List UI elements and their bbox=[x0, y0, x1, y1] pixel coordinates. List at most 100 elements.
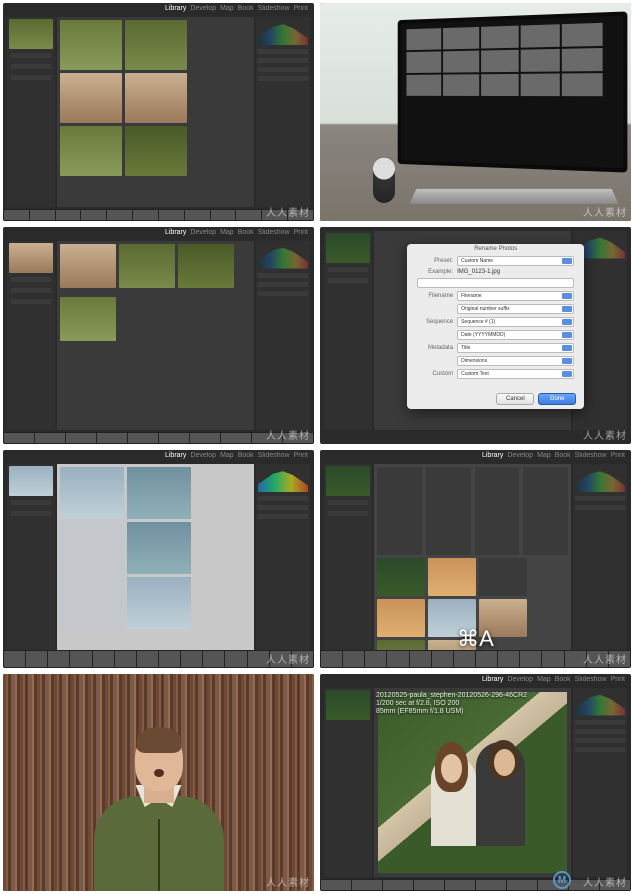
module-map[interactable]: Map bbox=[537, 452, 551, 459]
module-map[interactable]: Map bbox=[220, 452, 234, 459]
module-develop[interactable]: Develop bbox=[190, 452, 216, 459]
module-book[interactable]: Book bbox=[238, 229, 254, 236]
grid-thumb[interactable] bbox=[125, 126, 187, 176]
cancel-button[interactable]: Cancel bbox=[496, 393, 534, 405]
module-print[interactable]: Print bbox=[294, 229, 308, 236]
right-panel bbox=[573, 688, 627, 878]
grid-view[interactable] bbox=[57, 241, 254, 431]
module-book[interactable]: Book bbox=[238, 452, 254, 459]
module-slideshow[interactable]: Slideshow bbox=[258, 452, 290, 459]
token-select[interactable]: Filename bbox=[457, 291, 574, 301]
module-develop[interactable]: Develop bbox=[507, 676, 533, 683]
histogram bbox=[258, 243, 308, 269]
module-slideshow[interactable]: Slideshow bbox=[575, 676, 607, 683]
grid-thumb[interactable] bbox=[60, 467, 124, 519]
cell-1-lightroom-grid: Library Develop Map Book Slideshow Print bbox=[3, 3, 314, 221]
navigator-thumb[interactable] bbox=[9, 243, 53, 273]
module-library[interactable]: Library bbox=[482, 452, 503, 459]
module-map[interactable]: Map bbox=[537, 676, 551, 683]
watermark-logo-icon: M bbox=[553, 871, 571, 889]
module-book[interactable]: Book bbox=[238, 5, 254, 12]
module-picker: Library Develop Map Book Slideshow Print bbox=[482, 676, 625, 683]
module-map[interactable]: Map bbox=[220, 5, 234, 12]
grid-thumb[interactable] bbox=[125, 20, 187, 70]
left-panel bbox=[7, 464, 55, 654]
module-slideshow[interactable]: Slideshow bbox=[258, 5, 290, 12]
grid-thumb[interactable] bbox=[60, 126, 122, 176]
grid-thumb[interactable] bbox=[60, 20, 122, 70]
module-picker: Library Develop Map Book Slideshow Print bbox=[165, 452, 308, 459]
cell-4-rename-dialog: Rename Photos Preset: Custom Name Exampl… bbox=[320, 227, 631, 445]
template-field[interactable] bbox=[417, 278, 574, 288]
module-picker: Library Develop Map Book Slideshow Print bbox=[482, 452, 625, 459]
grid-view[interactable] bbox=[57, 464, 254, 654]
grid-thumb[interactable] bbox=[377, 599, 425, 637]
token-select[interactable]: Dimensions bbox=[457, 356, 574, 366]
module-picker: Library Develop Map Book Slideshow Print bbox=[165, 229, 308, 236]
module-library[interactable]: Library bbox=[165, 229, 186, 236]
right-panel bbox=[256, 17, 310, 207]
metadata-filter-bar[interactable] bbox=[377, 467, 568, 555]
grid-thumb[interactable] bbox=[127, 522, 191, 574]
grid-thumb[interactable] bbox=[60, 577, 124, 629]
module-print[interactable]: Print bbox=[294, 5, 308, 12]
right-panel bbox=[573, 464, 627, 654]
module-print[interactable]: Print bbox=[294, 452, 308, 459]
module-slideshow[interactable]: Slideshow bbox=[575, 452, 607, 459]
preset-label: Preset: bbox=[417, 258, 453, 264]
external-monitor bbox=[398, 11, 628, 172]
grid-thumb[interactable] bbox=[127, 467, 191, 519]
token-select[interactable]: Title bbox=[457, 343, 574, 353]
grid-thumb[interactable] bbox=[60, 244, 116, 288]
navigator-thumb[interactable] bbox=[326, 690, 370, 720]
grid-thumb[interactable] bbox=[60, 297, 116, 341]
navigator-thumb[interactable] bbox=[9, 466, 53, 496]
grid-thumb[interactable] bbox=[60, 522, 124, 574]
cell-2-desk-photo: 人人素材 bbox=[320, 3, 631, 221]
module-library[interactable]: Library bbox=[165, 5, 186, 12]
token-select[interactable]: Original number suffix bbox=[457, 304, 574, 314]
grid-thumb[interactable] bbox=[60, 73, 122, 123]
dialog-title: Rename Photos bbox=[407, 244, 584, 254]
grid-thumb[interactable] bbox=[377, 558, 425, 596]
preset-select[interactable]: Custom Name bbox=[457, 256, 574, 266]
grid-thumb[interactable] bbox=[479, 558, 527, 596]
module-develop[interactable]: Develop bbox=[507, 452, 533, 459]
example-label: Example: bbox=[417, 269, 453, 275]
grid-thumb[interactable] bbox=[127, 577, 191, 629]
module-develop[interactable]: Develop bbox=[190, 5, 216, 12]
watermark-text: 人人素材 bbox=[266, 427, 310, 442]
histogram bbox=[258, 19, 308, 45]
module-develop[interactable]: Develop bbox=[190, 229, 216, 236]
token-select[interactable]: Custom Text bbox=[457, 369, 574, 379]
module-book[interactable]: Book bbox=[555, 452, 571, 459]
module-library[interactable]: Library bbox=[482, 676, 503, 683]
histogram bbox=[575, 466, 625, 492]
left-panel bbox=[7, 17, 55, 207]
grid-thumb[interactable] bbox=[119, 244, 175, 288]
token-select[interactable]: Date (YYYYMMDD) bbox=[457, 330, 574, 340]
grid-view[interactable] bbox=[57, 17, 254, 207]
module-print[interactable]: Print bbox=[611, 676, 625, 683]
module-slideshow[interactable]: Slideshow bbox=[258, 229, 290, 236]
watermark-text: 人人素材 bbox=[583, 651, 627, 666]
navigator-thumb[interactable] bbox=[9, 19, 53, 49]
grid-thumb[interactable] bbox=[125, 73, 187, 123]
watermark-text: 人人素材 bbox=[583, 204, 627, 219]
rename-dialog: Rename Photos Preset: Custom Name Exampl… bbox=[407, 244, 584, 409]
navigator-thumb[interactable] bbox=[326, 466, 370, 496]
done-button[interactable]: Done bbox=[538, 393, 576, 405]
info-filename: 20120525-paula_stephen-20120526-296-46CR… bbox=[376, 692, 527, 700]
grid-thumb[interactable] bbox=[428, 558, 476, 596]
module-library[interactable]: Library bbox=[165, 452, 186, 459]
cell-8-loupe-view: Library Develop Map Book Slideshow Print bbox=[320, 674, 631, 892]
grid-thumb[interactable] bbox=[178, 244, 234, 288]
navigator-thumb[interactable] bbox=[326, 233, 370, 263]
token-select[interactable]: Sequence # (1) bbox=[457, 317, 574, 327]
module-picker: Library Develop Map Book Slideshow Print bbox=[165, 5, 308, 12]
module-book[interactable]: Book bbox=[555, 676, 571, 683]
watermark-text: 人人素材 bbox=[266, 651, 310, 666]
tutorial-thumbnail-grid: Library Develop Map Book Slideshow Print bbox=[0, 0, 634, 894]
module-print[interactable]: Print bbox=[611, 452, 625, 459]
module-map[interactable]: Map bbox=[220, 229, 234, 236]
